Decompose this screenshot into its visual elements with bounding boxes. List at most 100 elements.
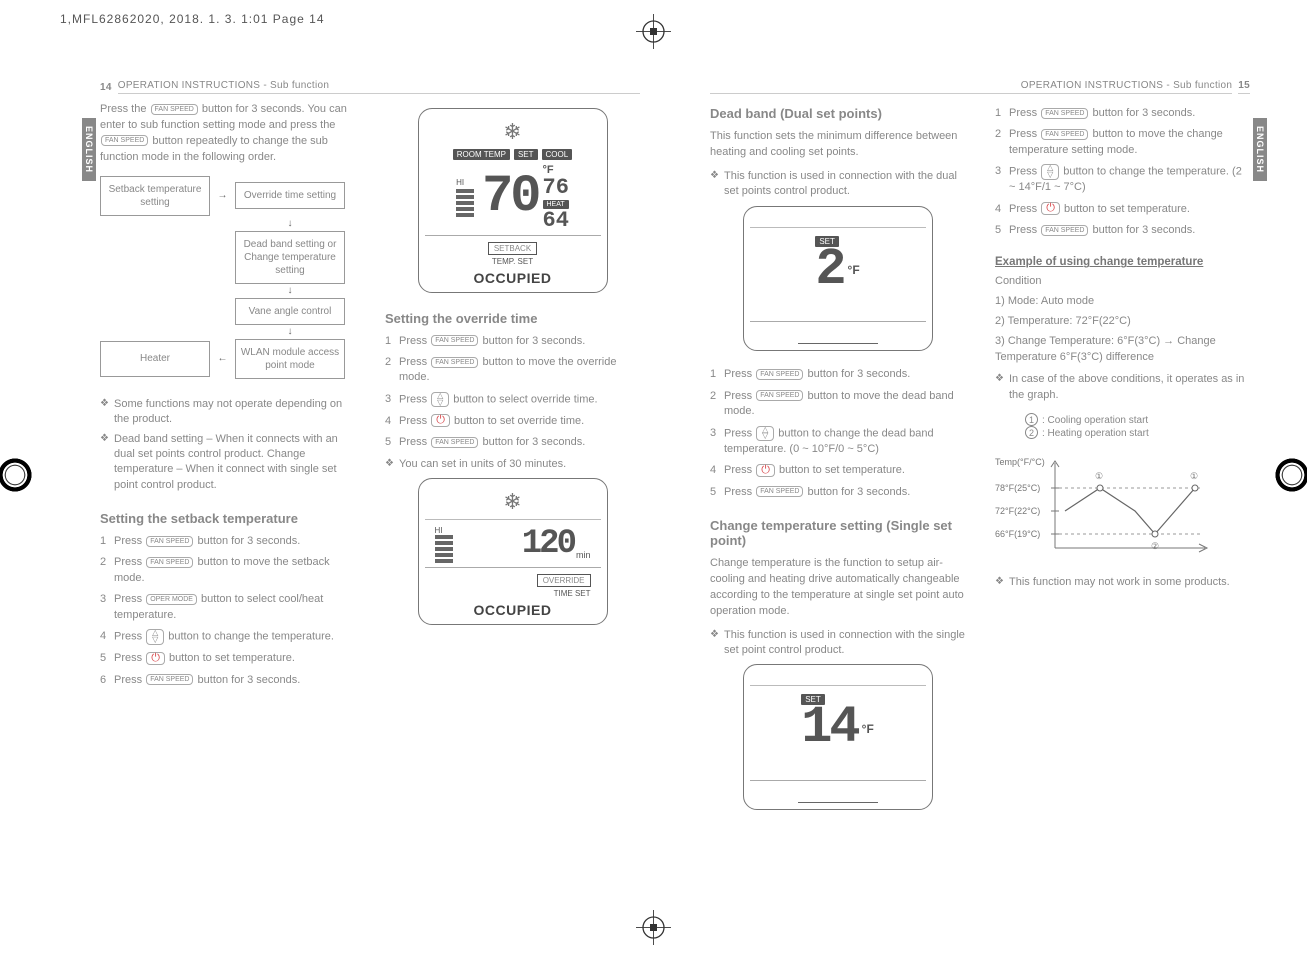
side-mark-left: [0, 455, 35, 495]
list-item: Press FAN SPEED button for 3 seconds.: [100, 534, 355, 549]
power-icon: ⏻: [146, 652, 165, 665]
lcd-cool-temp: 76: [543, 178, 569, 198]
lcd-cool-label: COOL: [542, 149, 573, 160]
list-item: Press FAN SPEED button for 3 seconds.: [100, 673, 355, 688]
fan-speed-icon: FAN SPEED: [146, 557, 193, 568]
arrow-down-icon: ↓: [235, 286, 345, 296]
lcd-blank-line: [798, 326, 878, 344]
lcd-changetemp: SET 14 °F: [743, 664, 933, 810]
note-deadband: Dead band setting – When it connects wit…: [100, 432, 355, 494]
svg-text:①: ①: [1190, 471, 1198, 481]
fan-bars-icon: [435, 535, 453, 563]
lcd-tempset-label: TEMP. SET: [492, 257, 533, 266]
fan-speed-icon: FAN SPEED: [1041, 108, 1088, 119]
list-item: Press FAN SPEED button for 3 seconds.: [995, 223, 1250, 238]
list-item: Press △▽ button to select override time.: [385, 392, 640, 408]
language-tab-right: ENGLISH: [1253, 118, 1267, 181]
power-icon: ⏻: [756, 464, 775, 477]
example-heading: Example of using change temperature: [995, 256, 1250, 268]
graph-ylabel: Temp(°F/°C): [995, 457, 1045, 467]
temp-arrows-icon: △▽: [431, 392, 449, 408]
registration-mark-bottom: [636, 910, 671, 948]
deadband-steps: Press FAN SPEED button for 3 seconds. Pr…: [710, 367, 965, 499]
left-col1: Press the FAN SPEED button for 3 seconds…: [100, 102, 355, 694]
lcd-main-temp: 70: [482, 174, 538, 221]
crop-text: 1,MFL62862020, 2018. 1. 3. 1:01 Page 14: [60, 12, 325, 26]
right-col1: Dead band (Dual set points) This functio…: [710, 102, 965, 826]
fan-speed-icon: FAN SPEED: [431, 357, 478, 368]
fan-speed-icon: FAN SPEED: [756, 369, 803, 380]
lcd-occupied: OCCUPIED: [425, 602, 601, 618]
lcd-override: ❄ HI 120 min: [418, 478, 608, 625]
fan-speed-icon: FAN SPEED: [101, 135, 148, 146]
lcd-hi-label: HI: [456, 178, 478, 187]
list-item: Press ⏻ button to set temperature.: [995, 202, 1250, 217]
override-note: You can set in units of 30 minutes.: [385, 457, 640, 472]
list-item: Press FAN SPEED button for 3 seconds.: [385, 334, 640, 349]
flow-box-heater: Heater: [100, 341, 210, 377]
fan-speed-icon: FAN SPEED: [146, 536, 193, 547]
fan-speed-icon: FAN SPEED: [431, 335, 478, 346]
fan-speed-icon: FAN SPEED: [756, 390, 803, 401]
lcd-heat-temp: 64: [543, 211, 569, 231]
circle-2-icon: 2: [1025, 426, 1038, 439]
language-tab-left: ENGLISH: [82, 118, 96, 181]
deadband-desc: This function sets the minimum differenc…: [710, 129, 965, 161]
list-item: Press FAN SPEED button to move the setba…: [100, 555, 355, 586]
list-item: Press FAN SPEED button for 3 seconds.: [995, 106, 1250, 121]
note-some-functions: Some functions may not operate depending…: [100, 397, 355, 428]
lcd-set-label: SET: [514, 149, 538, 160]
changetemp-desc: Change temperature is the function to se…: [710, 556, 965, 620]
page-15: OPERATION INSTRUCTIONS - Sub function 15…: [710, 80, 1250, 826]
list-item: Press ⏻ button to set override time.: [385, 414, 640, 429]
side-mark-right: [1272, 455, 1307, 495]
list-item: Press △▽ button to change the dead band …: [710, 426, 965, 457]
svg-text:①: ①: [1095, 471, 1103, 481]
flow-diagram: Setback temperature setting → Override t…: [100, 176, 345, 379]
example-c2: 2) Temperature: 72°F(22°C): [995, 314, 1250, 330]
deadband-note: This function is used in connection with…: [710, 169, 965, 200]
lcd-deadband: SET 2 °F: [743, 206, 933, 352]
fan-speed-icon: FAN SPEED: [146, 674, 193, 685]
example-c3: 3) Change Temperature: 6°F(3°C) → Change…: [995, 334, 1250, 366]
example-note: In case of the above conditions, it oper…: [995, 372, 1250, 403]
lcd-changetemp-val: 14: [801, 705, 857, 752]
setback-title: Setting the setback temperature: [100, 511, 355, 526]
example-condition: Condition: [995, 274, 1250, 290]
power-icon: ⏻: [1041, 202, 1060, 215]
lcd-override-time: 120: [522, 529, 574, 560]
lcd-deadband-temp: 2: [815, 247, 843, 294]
graph-t78: 78°F(25°C): [995, 483, 1040, 493]
lcd-roomtemp-label: ROOM TEMP: [453, 149, 510, 160]
right-col2: Press FAN SPEED button for 3 seconds. Pr…: [995, 102, 1250, 826]
page-header-title: OPERATION INSTRUCTIONS - Sub function: [118, 80, 640, 94]
lcd-timeset-label: TIME SET: [554, 589, 591, 598]
fan-speed-icon: FAN SPEED: [1041, 129, 1088, 140]
setback-steps: Press FAN SPEED button for 3 seconds. Pr…: [100, 534, 355, 688]
flow-box-setback: Setback temperature setting: [100, 176, 210, 216]
intro-text: Press the FAN SPEED button for 3 seconds…: [100, 102, 355, 166]
lcd-setback-label: SETBACK: [488, 242, 537, 255]
fan-speed-icon: FAN SPEED: [431, 437, 478, 448]
lcd-occupied: OCCUPIED: [425, 270, 601, 286]
page-header-title: OPERATION INSTRUCTIONS - Sub function: [710, 80, 1232, 94]
list-item: Press FAN SPEED button for 3 seconds.: [710, 485, 965, 500]
lcd-setback: ❄ ROOM TEMP SET COOL HI: [418, 108, 608, 293]
page-number: 14: [100, 82, 112, 93]
legend-heating: 2: Heating operation start: [1025, 426, 1250, 439]
left-col2: ❄ ROOM TEMP SET COOL HI: [385, 102, 640, 694]
override-steps: Press FAN SPEED button for 3 seconds. Pr…: [385, 334, 640, 451]
changetemp-steps: Press FAN SPEED button for 3 seconds. Pr…: [995, 106, 1250, 238]
deadband-title: Dead band (Dual set points): [710, 106, 965, 121]
list-item: Press FAN SPEED button to move the dead …: [710, 389, 965, 420]
circle-1-icon: 1: [1025, 413, 1038, 426]
graph-t72: 72°F(22°C): [995, 506, 1040, 516]
snowflake-icon: ❄: [503, 489, 521, 514]
fan-speed-icon: FAN SPEED: [151, 104, 198, 115]
list-item: Press △▽ button to change the temperatur…: [995, 164, 1250, 195]
fan-bars-icon: [456, 189, 474, 217]
list-item: Press FAN SPEED button for 3 seconds.: [385, 435, 640, 450]
graph-t66: 66°F(19°C): [995, 529, 1040, 539]
page-number: 15: [1238, 80, 1250, 94]
temperature-graph: Temp(°F/°C) 78°F(25°C) 72°F(22°C) 66°F(1…: [995, 453, 1250, 565]
